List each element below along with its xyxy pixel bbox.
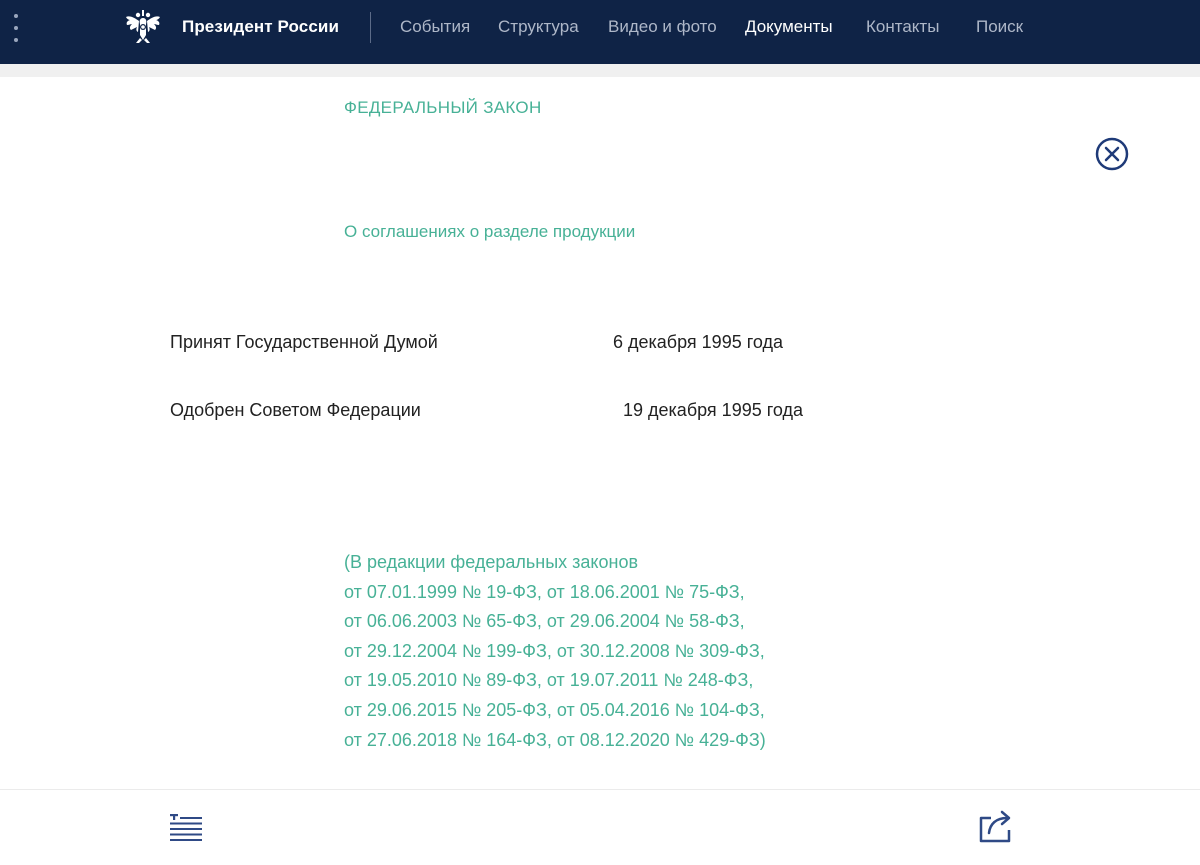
bottom-toolbar-divider bbox=[0, 789, 1200, 790]
document-type-label: ФЕДЕРАЛЬНЫЙ ЗАКОН bbox=[344, 98, 542, 117]
site-title[interactable]: Президент России bbox=[182, 17, 339, 37]
share-icon[interactable] bbox=[977, 808, 1015, 844]
more-vertical-icon[interactable] bbox=[12, 14, 20, 42]
table-of-contents-icon[interactable] bbox=[168, 812, 204, 842]
adopted-by-duma-label: Принят Государственной Думой bbox=[170, 332, 438, 352]
nav-events[interactable]: События bbox=[400, 17, 470, 37]
amendment-line: от 29.06.2015 № 205-ФЗ, от 05.04.2016 № … bbox=[344, 699, 765, 720]
approved-by-federation-council-date: 19 декабря 1995 года bbox=[623, 400, 804, 420]
amendment-line: от 06.06.2003 № 65-ФЗ, от 29.06.2004 № 5… bbox=[344, 611, 745, 632]
nav-documents[interactable]: Документы bbox=[745, 17, 833, 37]
nav-search[interactable]: Поиск bbox=[976, 17, 1023, 37]
eagle-emblem-icon[interactable] bbox=[124, 9, 162, 45]
nav-contacts[interactable]: Контакты bbox=[866, 17, 939, 37]
nav-structure[interactable]: Структура bbox=[498, 17, 579, 37]
document-title: О соглашениях о разделе продукции bbox=[344, 222, 636, 241]
amendment-line: от 27.06.2018 № 164-ФЗ, от 08.12.2020 № … bbox=[344, 729, 766, 750]
amendment-line: от 19.05.2010 № 89-ФЗ, от 19.07.2011 № 2… bbox=[344, 670, 754, 691]
amendments-block: (В редакции федеральных законов от 07.01… bbox=[344, 548, 766, 755]
adopted-by-duma-date: 6 декабря 1995 года bbox=[613, 332, 784, 352]
top-navigation-bar: Президент России События Структура Видео… bbox=[0, 0, 1200, 64]
amendment-line: от 29.12.2004 № 199-ФЗ, от 30.12.2008 № … bbox=[344, 640, 765, 661]
approved-by-federation-council-label: Одобрен Советом Федерации bbox=[170, 400, 421, 420]
amendment-line: от 07.01.1999 № 19-ФЗ, от 18.06.2001 № 7… bbox=[344, 581, 745, 602]
header-shadow-strip bbox=[0, 64, 1200, 77]
header-divider bbox=[370, 12, 371, 43]
amendment-line: (В редакции федеральных законов bbox=[344, 552, 639, 572]
close-icon[interactable] bbox=[1095, 137, 1129, 171]
nav-video-photo[interactable]: Видео и фото bbox=[608, 17, 717, 37]
